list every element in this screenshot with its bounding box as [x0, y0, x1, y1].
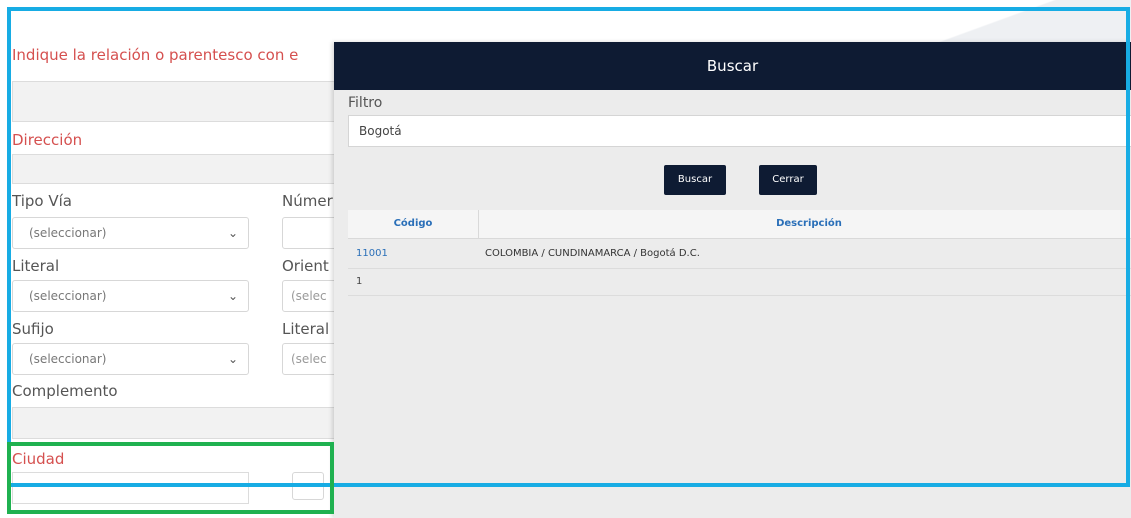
ciudad-search-button[interactable]: [292, 472, 324, 500]
direccion-input[interactable]: [12, 154, 342, 184]
orientacion-label: Orient: [282, 257, 329, 275]
complemento-input[interactable]: [12, 407, 342, 439]
column-header-descripcion[interactable]: Descripción: [479, 210, 1131, 238]
select-value: (seleccionar): [29, 352, 107, 366]
literal-label: Literal: [12, 257, 60, 275]
complemento-label: Complemento: [12, 382, 118, 400]
row-descripcion: COLOMBIA / CUNDINAMARCA / Bogotá D.C.: [485, 248, 700, 259]
table-pager: 1: [348, 269, 1131, 296]
relacion-label: Indique la relación o parentesco con e: [12, 46, 299, 64]
numero-input[interactable]: [282, 217, 342, 249]
numero-label: Númer: [282, 192, 333, 210]
ciudad-input[interactable]: [12, 472, 249, 504]
results-table: Código Descripción 11001 COLOMBIA / CUND…: [348, 210, 1131, 296]
buscar-button[interactable]: Buscar: [664, 165, 726, 195]
search-modal: Buscar Filtro Bogotá Buscar Cerrar Códig…: [334, 42, 1131, 518]
sufijo-select[interactable]: (seleccionar) ⌄: [12, 343, 249, 375]
row-codigo[interactable]: 11001: [356, 239, 388, 268]
cerrar-button[interactable]: Cerrar: [759, 165, 817, 195]
sufijo-label: Sufijo: [12, 320, 54, 338]
orientacion-select[interactable]: (selec: [282, 280, 342, 312]
select-value: (selec: [291, 289, 327, 303]
select-value: (seleccionar): [29, 226, 107, 240]
table-row[interactable]: 11001 COLOMBIA / CUNDINAMARCA / Bogotá D…: [348, 239, 1131, 269]
literal2-select[interactable]: (selec: [282, 343, 342, 375]
address-form: Indique la relación o parentesco con e D…: [12, 12, 342, 512]
modal-title: Buscar: [334, 42, 1131, 90]
select-value: (seleccionar): [29, 289, 107, 303]
column-header-codigo[interactable]: Código: [348, 210, 479, 238]
filtro-label: Filtro: [348, 95, 383, 111]
page-number[interactable]: 1: [356, 269, 362, 295]
chevron-down-icon: ⌄: [227, 226, 238, 240]
chevron-down-icon: ⌄: [227, 352, 238, 366]
ciudad-label: Ciudad: [12, 450, 65, 468]
literal-select[interactable]: (seleccionar) ⌄: [12, 280, 249, 312]
relacion-input[interactable]: [12, 81, 342, 122]
literal2-label: Literal: [282, 320, 330, 338]
select-value: (selec: [291, 352, 327, 366]
direccion-label: Dirección: [12, 131, 83, 149]
tipo-via-select[interactable]: (seleccionar) ⌄: [12, 217, 249, 249]
filtro-input[interactable]: Bogotá: [348, 115, 1131, 147]
chevron-down-icon: ⌄: [227, 289, 238, 303]
table-header: Código Descripción: [348, 210, 1131, 239]
tipo-via-label: Tipo Vía: [12, 192, 72, 210]
